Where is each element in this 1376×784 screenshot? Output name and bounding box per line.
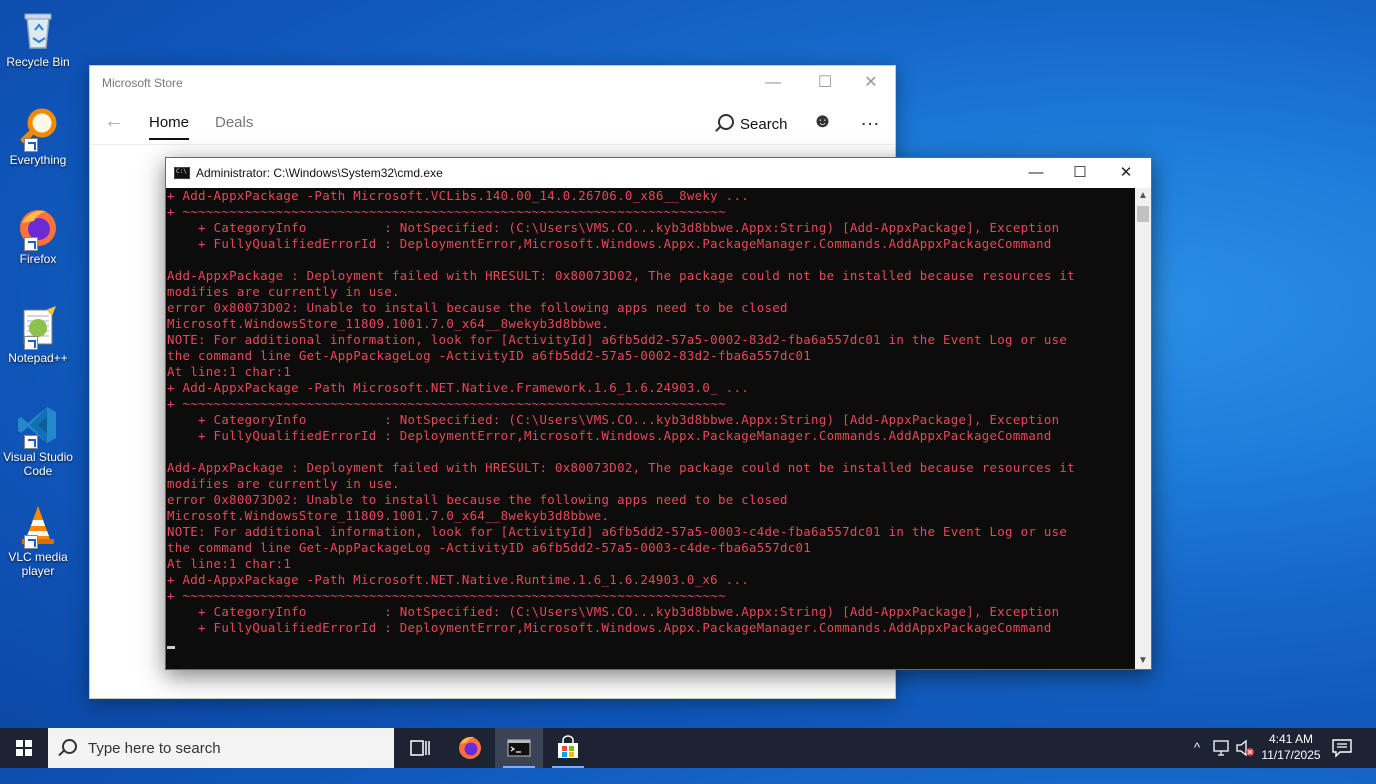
cmd-minimize-button[interactable]: — (1013, 158, 1059, 188)
network-icon[interactable] (1210, 728, 1234, 768)
store-search-label: Search (740, 116, 788, 133)
volume-muted-icon[interactable] (1234, 728, 1256, 768)
clock-date: 11/17/2025 (1261, 748, 1321, 762)
store-window-title: Microsoft Store (102, 76, 183, 90)
search-icon (62, 739, 77, 754)
desktop-icon-firefox[interactable]: Firefox (2, 205, 74, 266)
store-minimize-button[interactable]: — (750, 72, 796, 94)
console-output[interactable]: + Add-AppxPackage -Path Microsoft.VCLibs… (166, 188, 1135, 669)
desktop-icon-label: Code (23, 464, 53, 478)
taskbar-microsoft-store[interactable] (544, 728, 592, 768)
recycle-bin-icon (16, 8, 60, 52)
cmd-window[interactable]: Administrator: C:\Windows\System32\cmd.e… (165, 157, 1152, 670)
more-options-icon[interactable]: … (860, 108, 881, 131)
desktop-icon-recycle-bin[interactable]: Recycle Bin (2, 8, 74, 69)
firefox-icon (459, 736, 481, 759)
shortcut-arrow-icon (24, 336, 38, 350)
windows-logo-icon (16, 740, 32, 756)
account-add-icon[interactable]: ☻ (812, 110, 833, 133)
taskbar: Type here to search ^ 4:41 AM 11/17/2025 (0, 728, 1376, 768)
cmd-scrollbar[interactable]: ▲ ▼ (1135, 188, 1151, 669)
taskbar-search-box[interactable]: Type here to search (48, 728, 394, 768)
search-icon (718, 114, 734, 130)
tab-deals[interactable]: Deals (215, 114, 253, 131)
taskbar-firefox[interactable] (446, 728, 494, 768)
shortcut-arrow-icon (24, 138, 38, 152)
desktop-icon-label: Visual Studio (3, 450, 73, 464)
desktop-icon-label: Everything (9, 153, 67, 167)
desktop-icon-label: Recycle Bin (6, 55, 70, 69)
shortcut-arrow-icon (24, 535, 38, 549)
store-search-button[interactable]: Search (718, 113, 788, 133)
tab-home[interactable]: Home (149, 114, 190, 140)
cmd-window-title: Administrator: C:\Windows\System32\cmd.e… (196, 166, 443, 180)
cmd-titlebar[interactable]: Administrator: C:\Windows\System32\cmd.e… (166, 158, 1151, 188)
cmd-close-button[interactable]: ✕ (1103, 158, 1149, 188)
desktop-icon-label: player (21, 564, 55, 578)
desktop-icon-label: Notepad++ (8, 351, 68, 365)
everything-search-icon (16, 106, 60, 152)
show-hidden-icons-chevron-icon[interactable]: ^ (1186, 728, 1208, 768)
cmd-icon (174, 167, 190, 179)
taskbar-search-placeholder: Type here to search (88, 740, 221, 757)
task-view-icon (410, 740, 430, 756)
notepad-plus-plus-icon (16, 304, 60, 350)
vlc-icon (16, 503, 60, 549)
taskbar-clock[interactable]: 4:41 AM 11/17/2025 (1256, 731, 1326, 763)
desktop-icon-vscode[interactable]: Visual Studio Code (2, 403, 74, 478)
desktop-icon-vlc[interactable]: VLC media player (2, 503, 74, 578)
task-view-button[interactable] (396, 728, 444, 768)
cmd-maximize-button[interactable]: ☐ (1057, 158, 1103, 188)
cmd-icon (507, 739, 531, 757)
firefox-icon (16, 205, 60, 251)
scroll-thumb[interactable] (1137, 206, 1149, 222)
start-button[interactable] (0, 728, 48, 768)
console-cursor (167, 646, 175, 649)
notification-icon (1332, 739, 1352, 758)
desktop-icon-label: VLC media (8, 550, 68, 564)
desktop-icon-everything[interactable]: Everything (2, 106, 74, 167)
store-maximize-button[interactable]: ☐ (802, 72, 848, 94)
scroll-down-arrow-icon[interactable]: ▼ (1135, 653, 1151, 669)
store-titlebar[interactable]: Microsoft Store — ☐ ✕ (90, 66, 895, 100)
store-close-button[interactable]: ✕ (848, 72, 894, 94)
notification-center-button[interactable] (1330, 736, 1354, 760)
microsoft-store-icon (558, 735, 578, 758)
shortcut-arrow-icon (24, 435, 38, 449)
store-nav-bar: ← Home Deals Search ☻ … (90, 100, 895, 145)
desktop-icon-label: Firefox (19, 252, 57, 266)
console-text: + Add-AppxPackage -Path Microsoft.VCLibs… (167, 188, 1075, 635)
vscode-icon (16, 403, 60, 449)
taskbar-cmd[interactable] (495, 728, 543, 768)
scroll-up-arrow-icon[interactable]: ▲ (1135, 188, 1151, 204)
desktop-icon-notepad-plus-plus[interactable]: Notepad++ (2, 304, 74, 365)
shortcut-arrow-icon (24, 237, 38, 251)
back-arrow-icon[interactable]: ← (104, 110, 124, 133)
clock-time: 4:41 AM (1268, 732, 1314, 746)
